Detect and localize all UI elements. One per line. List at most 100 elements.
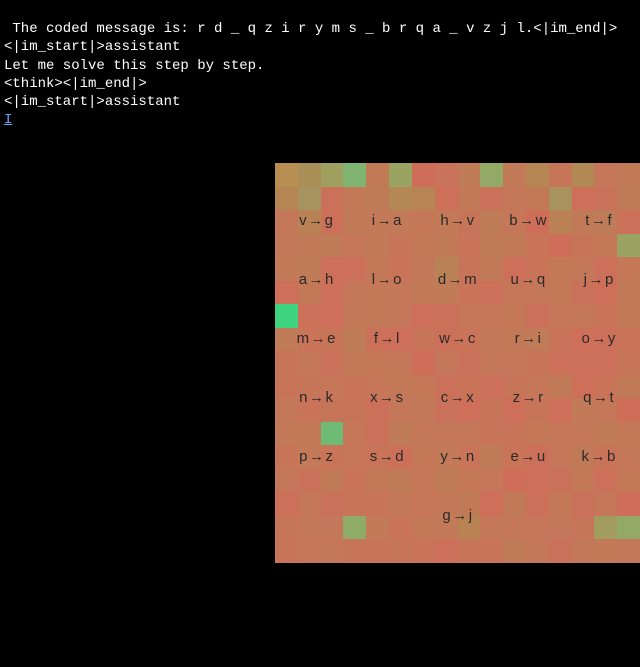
arrow-icon: → [520, 271, 536, 288]
cipher-from: f [374, 330, 379, 347]
cipher-to: p [605, 271, 614, 288]
cipher-to: g [325, 212, 334, 229]
cipher-from: o [582, 330, 591, 347]
cipher-mapping-cell: i→a [352, 191, 423, 250]
cipher-mapping-cell: d→m [422, 250, 493, 309]
cipher-mapping-cell: r→i [493, 309, 564, 368]
cipher-to: c [468, 330, 476, 347]
cipher-from: x [370, 389, 378, 406]
arrow-icon: → [309, 389, 325, 406]
cipher-from: q [583, 389, 592, 406]
cipher-mapping-cell [563, 486, 634, 545]
arrow-icon: → [308, 212, 324, 229]
cipher-to: n [466, 448, 475, 465]
arrow-icon: → [448, 271, 464, 288]
cipher-from: l [372, 271, 376, 288]
heatmap-visualization: v→gi→ah→vb→wt→fa→hl→od→mu→qj→pm→ef→lw→cr… [275, 163, 640, 563]
arrow-icon: → [379, 389, 395, 406]
cipher-mapping-cell: p→z [281, 427, 352, 486]
cipher-from: v [299, 212, 307, 229]
cipher-mapping-cell: f→l [352, 309, 423, 368]
arrow-icon: → [522, 389, 538, 406]
cipher-mapping-cell [493, 486, 564, 545]
cipher-from: z [513, 389, 521, 406]
cipher-mapping-cell [281, 486, 352, 545]
cipher-mapping-cell: q→t [563, 368, 634, 427]
cipher-to: h [325, 271, 334, 288]
cipher-to: z [325, 448, 333, 465]
cipher-mapping-cell: n→k [281, 368, 352, 427]
cipher-from: e [511, 448, 520, 465]
arrow-icon: → [450, 212, 466, 229]
arrow-icon: → [377, 212, 393, 229]
cipher-from: g [442, 507, 451, 524]
cipher-mapping-cell: o→y [563, 309, 634, 368]
cipher-from: b [509, 212, 518, 229]
cipher-mapping-cell: u→q [493, 250, 564, 309]
arrow-icon: → [450, 389, 466, 406]
arrow-icon: → [451, 330, 467, 347]
cipher-mapping-cell: x→s [352, 368, 423, 427]
cipher-to: i [538, 330, 542, 347]
arrow-icon: → [591, 212, 607, 229]
cipher-from: k [582, 448, 590, 465]
cipher-from: r [515, 330, 521, 347]
arrow-icon: → [520, 448, 536, 465]
cipher-to: a [393, 212, 402, 229]
cipher-mapping-overlay: v→gi→ah→vb→wt→fa→hl→od→mu→qj→pm→ef→lw→cr… [275, 163, 640, 563]
cipher-to: u [537, 448, 546, 465]
cipher-mapping-cell: y→n [422, 427, 493, 486]
arrow-icon: → [379, 448, 395, 465]
cipher-from: a [299, 271, 308, 288]
cipher-to: b [607, 448, 616, 465]
cipher-to: t [610, 389, 615, 406]
cipher-to: v [467, 212, 475, 229]
cipher-to: s [396, 389, 404, 406]
arrow-icon: → [591, 330, 607, 347]
terminal-output: The coded message is: r d _ q z i r y m … [0, 0, 640, 131]
cipher-from: s [370, 448, 378, 465]
arrow-icon: → [311, 330, 327, 347]
cipher-to: x [466, 389, 474, 406]
cipher-to: r [538, 389, 544, 406]
terminal-line-2: <|im_start|>assistant [4, 39, 180, 55]
cipher-from: i [372, 212, 376, 229]
cipher-from: j [584, 271, 588, 288]
cipher-mapping-cell: t→f [563, 191, 634, 250]
cipher-mapping-cell [352, 486, 423, 545]
cipher-mapping-cell: e→u [493, 427, 564, 486]
cipher-mapping-cell: h→v [422, 191, 493, 250]
cipher-from: p [299, 448, 308, 465]
terminal-cursor[interactable]: I [4, 112, 12, 128]
terminal-line-3: Let me solve this step by step. [4, 58, 264, 74]
terminal-line-5: <|im_start|>assistant [4, 94, 180, 110]
cipher-mapping-cell: c→x [422, 368, 493, 427]
arrow-icon: → [521, 330, 537, 347]
cipher-from: y [440, 448, 448, 465]
cipher-to: w [536, 212, 547, 229]
cipher-to: l [396, 330, 400, 347]
cipher-mapping-cell: k→b [563, 427, 634, 486]
cipher-to: q [537, 271, 546, 288]
cipher-to: e [327, 330, 336, 347]
cipher-to: f [607, 212, 612, 229]
cipher-to: d [395, 448, 404, 465]
cipher-mapping-cell: v→g [281, 191, 352, 250]
cipher-mapping-cell: z→r [493, 368, 564, 427]
cipher-from: n [299, 389, 308, 406]
arrow-icon: → [452, 507, 468, 524]
arrow-icon: → [593, 389, 609, 406]
cipher-from: c [441, 389, 449, 406]
cipher-mapping-cell: m→e [281, 309, 352, 368]
arrow-icon: → [309, 448, 325, 465]
cipher-mapping-cell: s→d [352, 427, 423, 486]
arrow-icon: → [380, 330, 396, 347]
cipher-mapping-cell: b→w [493, 191, 564, 250]
cipher-to: k [325, 389, 333, 406]
cipher-to: j [469, 507, 473, 524]
cipher-from: t [585, 212, 590, 229]
cipher-to: m [464, 271, 477, 288]
arrow-icon: → [377, 271, 393, 288]
cipher-mapping-cell: w→c [422, 309, 493, 368]
arrow-icon: → [309, 271, 325, 288]
